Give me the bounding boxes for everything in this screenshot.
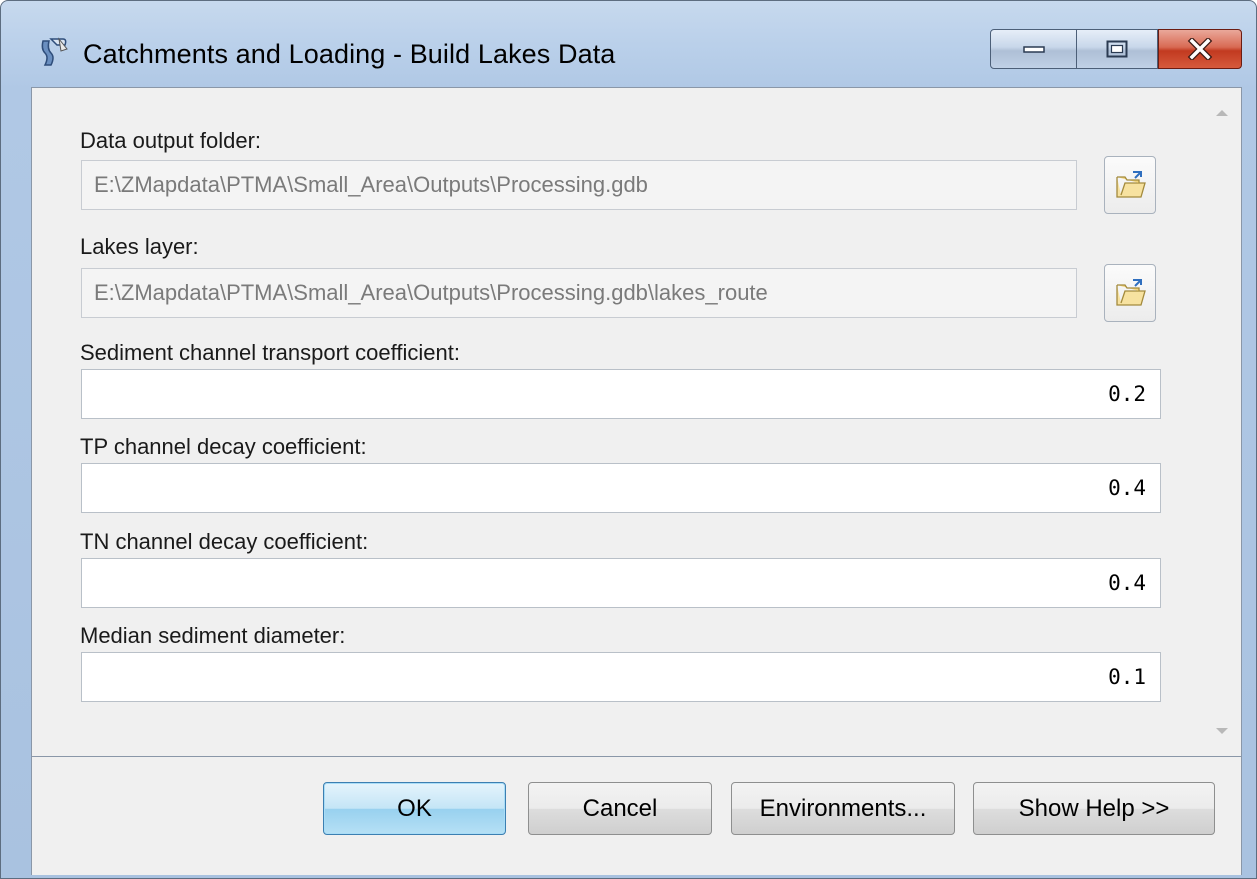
vertical-scrollbar[interactable]	[1205, 88, 1241, 756]
minimize-button[interactable]	[990, 29, 1077, 69]
median-diameter-input[interactable]: 0.1	[81, 652, 1161, 702]
lakes-layer-label: Lakes layer:	[80, 234, 199, 259]
parameters-panel: Data output folder: E:\ZMapdata\PTMA\Sma…	[31, 87, 1242, 757]
minimize-icon	[1022, 46, 1045, 53]
folder-open-icon	[1116, 279, 1146, 306]
ok-button[interactable]: OK	[323, 782, 506, 835]
median-diameter-label: Median sediment diameter:	[80, 623, 346, 648]
maximize-icon	[1106, 40, 1128, 58]
tp-coefficient-input[interactable]: 0.4	[81, 463, 1161, 513]
show-help-button[interactable]: Show Help >>	[973, 782, 1215, 835]
output-folder-browse-button[interactable]	[1104, 156, 1156, 214]
output-folder-label: Data output folder:	[80, 128, 262, 153]
scroll-up-icon[interactable]	[1216, 110, 1228, 116]
cancel-button[interactable]: Cancel	[528, 782, 712, 835]
tn-coefficient-input[interactable]: 0.4	[81, 558, 1161, 608]
tp-coefficient-label: TP channel decay coefficient:	[80, 434, 367, 459]
close-button[interactable]	[1158, 29, 1242, 69]
scroll-down-icon[interactable]	[1216, 728, 1228, 734]
window-title: Catchments and Loading - Build Lakes Dat…	[83, 39, 616, 69]
title-bar[interactable]: Catchments and Loading - Build Lakes Dat…	[1, 1, 1256, 85]
close-icon	[1187, 38, 1213, 60]
maximize-button[interactable]	[1076, 29, 1158, 69]
output-folder-input[interactable]: E:\ZMapdata\PTMA\Small_Area\Outputs\Proc…	[81, 160, 1077, 210]
sediment-coefficient-input[interactable]: 0.2	[81, 369, 1161, 419]
lakes-layer-browse-button[interactable]	[1104, 264, 1156, 322]
toolbox-script-icon	[37, 35, 71, 69]
dialog-window: Catchments and Loading - Build Lakes Dat…	[0, 0, 1257, 879]
tn-coefficient-label: TN channel decay coefficient:	[80, 529, 369, 554]
sediment-coefficient-label: Sediment channel transport coefficient:	[80, 340, 460, 365]
folder-open-icon	[1116, 171, 1146, 198]
lakes-layer-input[interactable]: E:\ZMapdata\PTMA\Small_Area\Outputs\Proc…	[81, 268, 1077, 318]
environments-button[interactable]: Environments...	[731, 782, 955, 835]
